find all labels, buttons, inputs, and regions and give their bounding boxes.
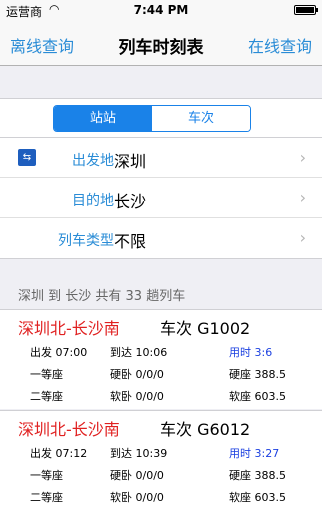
- second-class-seat: 二等座: [30, 390, 63, 403]
- soft-seat: 软座 603.5: [229, 390, 286, 403]
- duration: 用时 3:6: [229, 346, 273, 359]
- status-bar: 运营商 ◠ 7:44 PM: [0, 0, 322, 20]
- train-card[interactable]: 深圳北-长沙南 车次 G6012 出发 07:12 到达 10:39 用时 3:…: [0, 410, 322, 528]
- soft-sleeper: 软卧 0/0/0: [110, 390, 164, 403]
- hard-seat: 硬座 388.5: [229, 469, 286, 482]
- hard-sleeper: 硬卧 0/0/0: [110, 368, 164, 381]
- swap-stations-icon[interactable]: ⇆: [18, 149, 36, 166]
- train-route: 深圳北-长沙南: [18, 420, 120, 439]
- train-type-label: 列车类型: [58, 233, 114, 249]
- depart-time: 出发 07:12: [30, 447, 88, 460]
- from-label: 出发地: [72, 153, 114, 169]
- to-label: 目的地: [72, 193, 114, 209]
- train-number: 车次 G6012: [160, 420, 251, 439]
- to-value: 长沙: [114, 192, 147, 211]
- from-row[interactable]: ⇆ 出发地 深圳 ›: [0, 138, 322, 178]
- soft-seat: 软座 603.5: [229, 491, 286, 504]
- duration: 用时 3:27: [229, 447, 280, 460]
- train-card[interactable]: 深圳北-长沙南 车次 G1002 出发 07:00 到达 10:06 用时 3:…: [0, 309, 322, 409]
- depart-time: 出发 07:00: [30, 346, 88, 359]
- query-mode-segmented-control: 站站 车次: [53, 105, 251, 132]
- search-form: ⇆ 出发地 深圳 › 目的地 长沙 › 列车类型 不限 ›: [0, 138, 322, 259]
- online-query-button[interactable]: 在线查询: [248, 33, 312, 57]
- train-type-row[interactable]: 列车类型 不限 ›: [0, 218, 322, 258]
- battery-icon: [294, 5, 318, 15]
- segment-train-number[interactable]: 车次: [152, 106, 250, 131]
- nav-bar: 离线查询 列车时刻表 在线查询: [0, 20, 322, 66]
- segment-section: 站站 车次: [0, 98, 322, 138]
- train-route: 深圳北-长沙南: [18, 319, 120, 338]
- chevron-right-icon: ›: [299, 228, 306, 247]
- section-spacer: [0, 66, 322, 98]
- second-class-seat: 二等座: [30, 491, 63, 504]
- arrive-time: 到达 10:39: [110, 447, 168, 460]
- soft-sleeper: 软卧 0/0/0: [110, 491, 164, 504]
- segment-station-to-station[interactable]: 站站: [54, 106, 152, 131]
- from-value: 深圳: [114, 152, 147, 171]
- train-type-value: 不限: [114, 232, 147, 251]
- result-summary: 深圳 到 长沙 共有 33 趟列车: [18, 289, 186, 304]
- first-class-seat: 一等座: [30, 469, 63, 482]
- hard-seat: 硬座 388.5: [229, 368, 286, 381]
- chevron-right-icon: ›: [299, 188, 306, 207]
- to-row[interactable]: 目的地 长沙 ›: [0, 178, 322, 218]
- chevron-right-icon: ›: [299, 148, 306, 167]
- first-class-seat: 一等座: [30, 368, 63, 381]
- status-time: 7:44 PM: [133, 3, 189, 17]
- hard-sleeper: 硬卧 0/0/0: [110, 469, 164, 482]
- arrive-time: 到达 10:06: [110, 346, 168, 359]
- train-number: 车次 G1002: [160, 319, 251, 338]
